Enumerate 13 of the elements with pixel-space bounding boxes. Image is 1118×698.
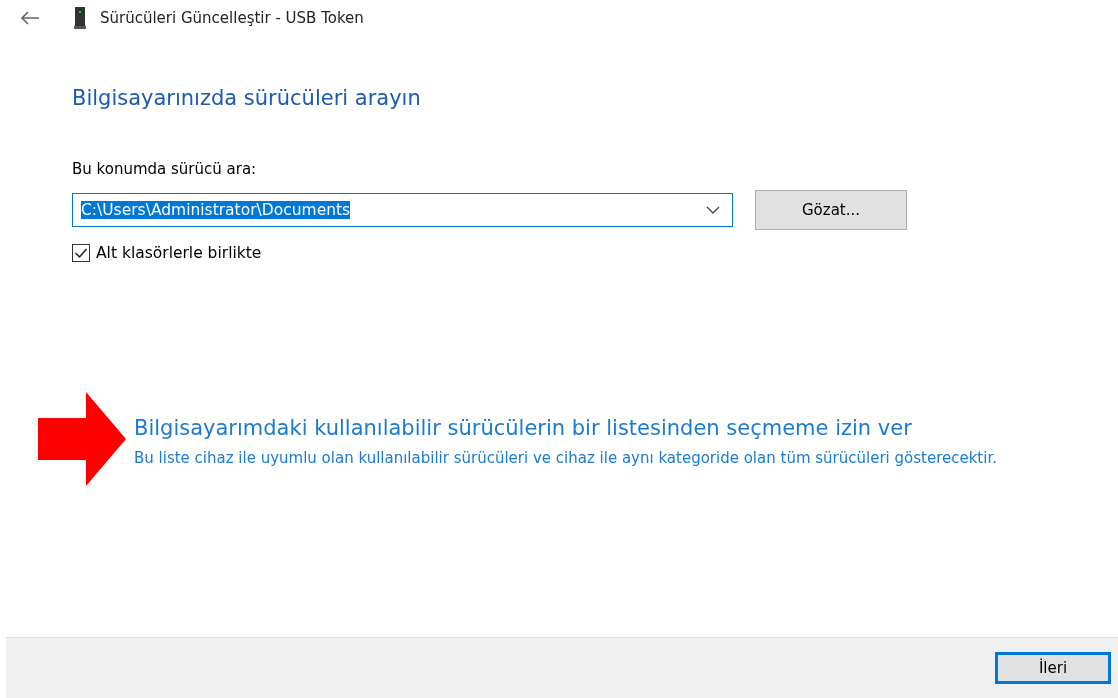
subfolders-label: Alt klasörlerle birlikte xyxy=(96,244,262,262)
back-arrow-icon[interactable] xyxy=(20,11,40,25)
location-combo-box[interactable]: C:\Users\Administrator\Documents xyxy=(72,193,733,227)
usb-device-icon xyxy=(74,7,86,29)
choose-from-list-description: Bu liste cihaz ile uyumlu olan kullanılabilir sürücüleri ve cihaz ile aynı kategoride olan tüm sürücüleri gösterecektir. xyxy=(134,448,998,469)
location-label: Bu konumda sürücü ara: xyxy=(72,160,258,178)
next-button[interactable]: İleri xyxy=(995,652,1111,684)
page-heading: Bilgisayarınızda sürücüleri arayın xyxy=(72,86,422,110)
pointer-arrow-icon xyxy=(38,392,126,486)
choose-from-list-link[interactable]: Bilgisayarımdaki kullanılabilir sürücülerin bir listesinden seçmeme izin ver xyxy=(134,416,1064,440)
subfolders-checkbox[interactable] xyxy=(72,244,90,262)
window-title: Sürücüleri Güncelleştir - USB Token xyxy=(100,9,364,27)
browse-button[interactable]: Gözat... xyxy=(755,190,907,230)
